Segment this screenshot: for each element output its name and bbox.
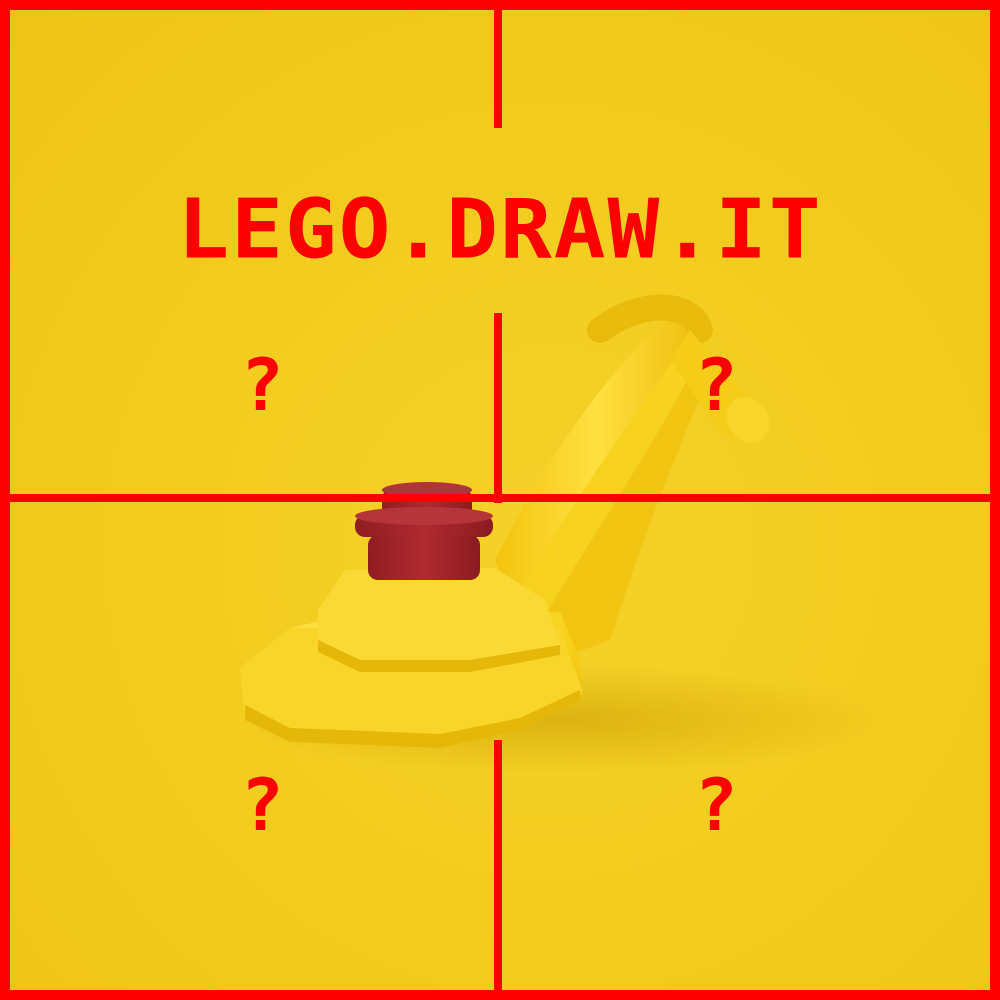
question-mark-top-left: ? bbox=[240, 343, 284, 427]
page-title: LEGO.DRAW.IT bbox=[177, 182, 823, 278]
grid-vertical-divider-middle bbox=[494, 313, 502, 503]
grid-vertical-divider-bottom bbox=[494, 740, 502, 1000]
poster-canvas: LEGO.DRAW.IT ? ? ? ? bbox=[0, 0, 1000, 1000]
question-mark-bottom-left: ? bbox=[240, 763, 284, 847]
base-plate bbox=[240, 568, 582, 748]
question-mark-top-right: ? bbox=[694, 343, 738, 427]
question-mark-bottom-right: ? bbox=[694, 763, 738, 847]
grid-vertical-divider-top bbox=[494, 0, 502, 128]
